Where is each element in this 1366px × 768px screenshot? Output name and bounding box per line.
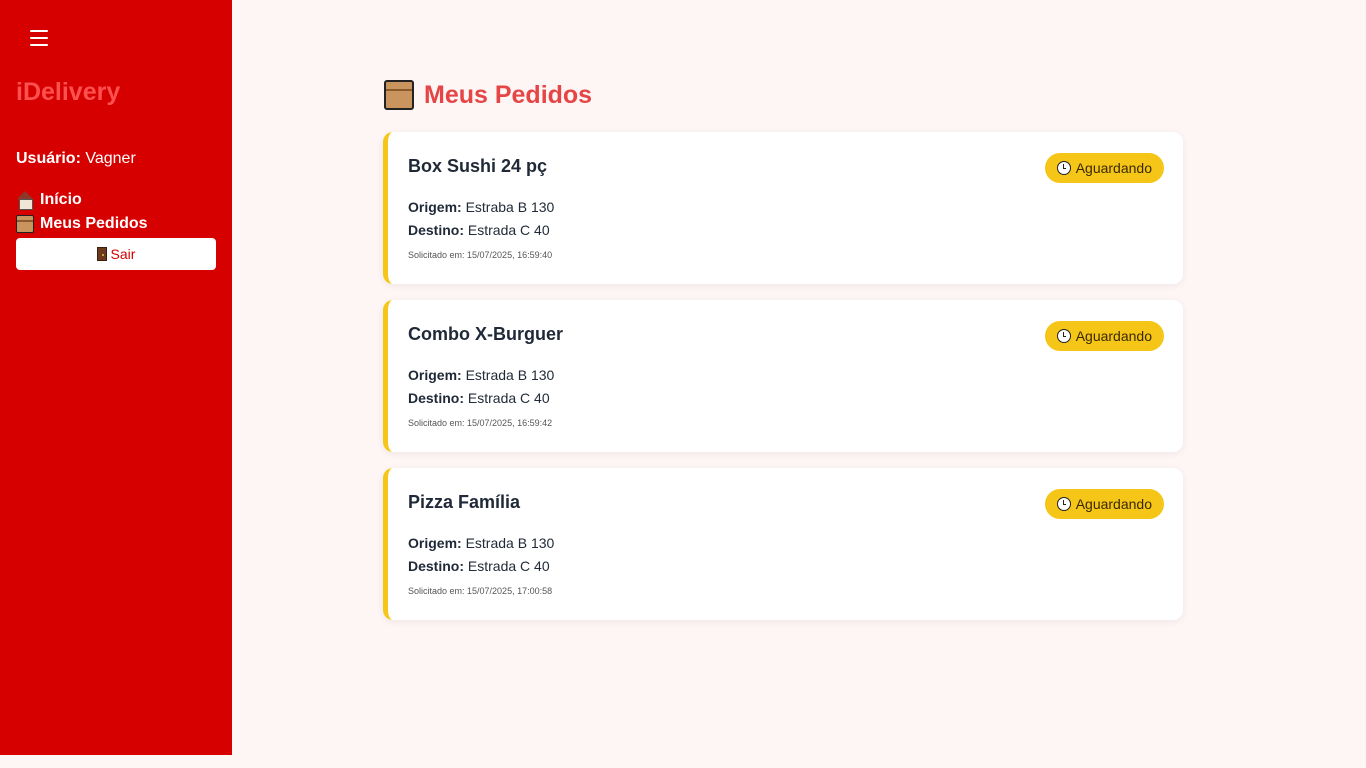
clock-icon: [1056, 329, 1071, 343]
logout-button[interactable]: Sair: [16, 238, 216, 270]
status-label: Aguardando: [1075, 160, 1152, 176]
destination-value: Estrada C 40: [467, 558, 550, 574]
origin-value: Estrada B 130: [465, 535, 555, 551]
order-origin: Origem: Estrada B 130: [408, 532, 1163, 555]
destination-value: Estrada C 40: [467, 222, 550, 238]
origin-label: Origem:: [408, 535, 462, 551]
origin-label: Origem:: [408, 367, 462, 383]
clock-icon: [1056, 497, 1071, 511]
order-destination: Destino: Estrada C 40: [408, 555, 1163, 578]
order-destination: Destino: Estrada C 40: [408, 219, 1163, 242]
nav-item-inicio[interactable]: Início: [16, 188, 216, 212]
order-destination: Destino: Estrada C 40: [408, 387, 1163, 410]
order-card[interactable]: Combo X-Burguer Aguardando Origem: Estra…: [383, 300, 1183, 452]
order-timestamp: Solicitado em: 15/07/2025, 16:59:40: [408, 250, 553, 260]
origin-value: Estrada B 130: [465, 367, 555, 383]
page-title: Meus Pedidos: [424, 80, 593, 109]
door-icon: [96, 247, 107, 261]
origin-label: Origem:: [408, 199, 462, 215]
brand-logo: iDelivery: [16, 78, 121, 106]
order-card[interactable]: Box Sushi 24 pç Aguardando Origem: Estra…: [383, 132, 1183, 284]
orders-list: Box Sushi 24 pç Aguardando Origem: Estra…: [383, 132, 1183, 636]
status-label: Aguardando: [1075, 328, 1152, 344]
order-origin: Origem: Estrada B 130: [408, 364, 1163, 387]
order-timestamp: Solicitado em: 15/07/2025, 16:59:42: [408, 418, 553, 428]
user-label: Usuário:: [16, 150, 81, 167]
status-badge: Aguardando: [1044, 153, 1164, 183]
order-origin: Origem: Estraba B 130: [408, 196, 1163, 219]
user-info: Usuário: Vagner: [16, 150, 136, 168]
package-icon: [16, 215, 34, 233]
order-timestamp: Solicitado em: 15/07/2025, 17:00:58: [408, 586, 553, 596]
package-icon: [384, 80, 414, 110]
destination-value: Estrada C 40: [467, 390, 550, 406]
destination-label: Destino:: [408, 222, 464, 238]
status-label: Aguardando: [1075, 496, 1152, 512]
origin-value: Estraba B 130: [465, 199, 555, 215]
destination-label: Destino:: [408, 558, 464, 574]
logout-label: Sair: [110, 246, 136, 262]
user-name: Vagner: [85, 150, 136, 167]
sidebar-nav: Início Meus Pedidos Sair: [16, 188, 216, 270]
nav-item-meus-pedidos[interactable]: Meus Pedidos: [16, 212, 216, 236]
clock-icon: [1056, 161, 1071, 175]
status-badge: Aguardando: [1044, 321, 1164, 351]
house-icon: [16, 191, 34, 210]
destination-label: Destino:: [408, 390, 464, 406]
sidebar: iDelivery Usuário: Vagner Início Meus Pe…: [0, 0, 232, 755]
status-badge: Aguardando: [1044, 489, 1164, 519]
order-card[interactable]: Pizza Família Aguardando Origem: Estrada…: [383, 468, 1183, 620]
page-header: Meus Pedidos: [384, 80, 592, 110]
nav-item-label: Início: [40, 191, 82, 208]
nav-item-label: Meus Pedidos: [40, 215, 148, 232]
menu-toggle-icon[interactable]: [30, 24, 50, 52]
